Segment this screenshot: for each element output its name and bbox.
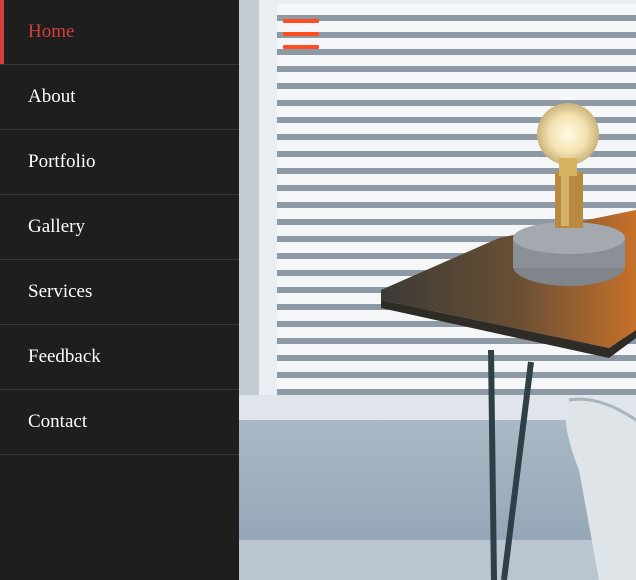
blind-gap bbox=[277, 389, 636, 395]
nav-item-portfolio[interactable]: Portfolio bbox=[0, 130, 239, 195]
nav-item-label: Portfolio bbox=[28, 151, 96, 172]
hamburger-bar bbox=[283, 32, 319, 36]
nav-item-home[interactable]: Home bbox=[0, 0, 239, 65]
nav-item-gallery[interactable]: Gallery bbox=[0, 195, 239, 260]
hamburger-menu-icon[interactable] bbox=[283, 19, 319, 53]
nav-item-label: Home bbox=[28, 21, 75, 42]
hero-image bbox=[239, 0, 636, 580]
nav-item-contact[interactable]: Contact bbox=[0, 390, 239, 455]
nav-item-label: About bbox=[28, 86, 76, 107]
blind-slat bbox=[277, 4, 636, 15]
nav-item-feedback[interactable]: Feedback bbox=[0, 325, 239, 390]
nav-item-label: Services bbox=[28, 281, 93, 302]
nav-item-label: Contact bbox=[28, 411, 88, 432]
nav-item-services[interactable]: Services bbox=[0, 260, 239, 325]
blind-slat bbox=[277, 21, 636, 32]
nav-item-label: Feedback bbox=[28, 346, 101, 367]
nav-item-about[interactable]: About bbox=[0, 65, 239, 130]
blind-slat bbox=[277, 89, 636, 100]
nav-item-label: Gallery bbox=[28, 216, 85, 237]
blind-slat bbox=[277, 55, 636, 66]
blind-gap bbox=[277, 66, 636, 72]
hero-illustration bbox=[239, 0, 636, 580]
hamburger-bar bbox=[283, 19, 319, 23]
blind-gap bbox=[277, 372, 636, 378]
blind-gap bbox=[277, 100, 636, 106]
blind-gap bbox=[277, 15, 636, 21]
sidebar-nav: Home About Portfolio Gallery Services Fe… bbox=[0, 0, 239, 580]
nav-menu: Home About Portfolio Gallery Services Fe… bbox=[0, 0, 239, 455]
blind-slat bbox=[277, 361, 636, 372]
blind-gap bbox=[277, 32, 636, 38]
blind-slat bbox=[277, 378, 636, 389]
blind-gap bbox=[277, 83, 636, 89]
blind-slat bbox=[277, 72, 636, 83]
blind-gap bbox=[277, 49, 636, 55]
hamburger-bar bbox=[283, 45, 319, 49]
blind-gap bbox=[277, 355, 636, 361]
blind-slat bbox=[277, 38, 636, 49]
